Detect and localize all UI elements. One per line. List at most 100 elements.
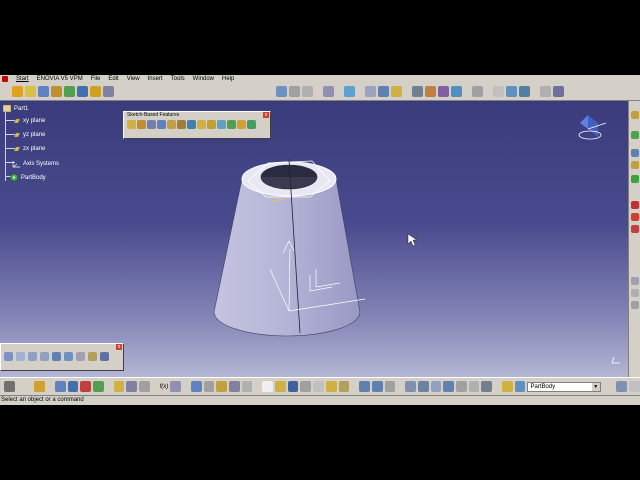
dress-up-icon[interactable]: [631, 131, 639, 139]
apply-material-icon[interactable]: [425, 86, 436, 97]
save-icon[interactable]: [287, 381, 299, 392]
boolean-icon[interactable]: [631, 161, 639, 169]
point-icon[interactable]: [365, 86, 376, 97]
pad-icon[interactable]: [12, 86, 23, 97]
select-icon[interactable]: [493, 86, 504, 97]
multi-section-solid-icon[interactable]: [207, 120, 216, 129]
close-button[interactable]: x: [116, 344, 122, 350]
constraint-icon[interactable]: [631, 111, 639, 119]
fillet-icon[interactable]: [77, 86, 88, 97]
undo-icon[interactable]: [359, 381, 370, 392]
current-body-select[interactable]: PartBody ▼: [527, 381, 601, 392]
annotation-icon[interactable]: [631, 277, 639, 285]
draft-icon[interactable]: [103, 86, 114, 97]
surface-icon[interactable]: [631, 175, 639, 183]
draft-analysis-icon[interactable]: [631, 213, 639, 221]
3d-viewport[interactable]: Part1 xy plane yz plane zx plane Axis Sy…: [0, 101, 628, 377]
hide-show-icon[interactable]: [88, 352, 97, 361]
menu-tools[interactable]: Tools: [171, 75, 185, 83]
pocket-icon[interactable]: [137, 120, 146, 129]
iso-view-icon[interactable]: [64, 352, 73, 361]
analysis-icon[interactable]: [631, 201, 639, 209]
removed-multi-section-icon[interactable]: [217, 120, 226, 129]
menu-start[interactable]: Start: [16, 75, 29, 83]
axis-tool-icon[interactable]: [93, 381, 104, 392]
rotate-icon[interactable]: [417, 381, 429, 392]
normal-view-icon[interactable]: [52, 352, 61, 361]
line-tool-icon[interactable]: [80, 381, 92, 392]
shaft-icon[interactable]: [38, 86, 49, 97]
tree-root[interactable]: Part1: [3, 104, 28, 113]
chevron-down-icon[interactable]: ▼: [591, 382, 600, 391]
fit-all-icon[interactable]: [16, 352, 25, 361]
sketcher-icon[interactable]: [344, 86, 355, 97]
zoom-out-icon[interactable]: [40, 352, 49, 361]
camera-icon[interactable]: [4, 381, 15, 392]
menu-view[interactable]: View: [127, 75, 140, 83]
pad-icon[interactable]: [127, 120, 136, 129]
apply-material-icon[interactable]: [241, 381, 253, 392]
menu-file[interactable]: File: [91, 75, 101, 83]
pan-icon[interactable]: [405, 381, 416, 392]
shaft-icon[interactable]: [147, 120, 156, 129]
paste-icon[interactable]: [325, 381, 337, 392]
tree-icon[interactable]: [540, 86, 551, 97]
zoom-icon[interactable]: [430, 381, 442, 392]
sketch-icon[interactable]: [34, 381, 46, 392]
hole-icon[interactable]: [167, 120, 176, 129]
knowledge-icon[interactable]: [139, 381, 150, 392]
menu-enovia[interactable]: ENOVIA V5 VPM: [37, 75, 83, 83]
pointer-icon[interactable]: [472, 86, 483, 97]
pocket-multi-icon[interactable]: [237, 120, 246, 129]
inertia-icon[interactable]: [228, 381, 240, 392]
chamfer-icon[interactable]: [90, 86, 101, 97]
print-icon[interactable]: [300, 381, 312, 392]
shading-icon[interactable]: [76, 352, 85, 361]
render-style-icon[interactable]: [456, 381, 467, 392]
zoom-in-icon[interactable]: [28, 352, 37, 361]
plane-tool-icon[interactable]: [54, 381, 66, 392]
view-icon[interactable]: [631, 301, 639, 309]
curvature-icon[interactable]: [631, 225, 639, 233]
constraint-icon[interactable]: [276, 86, 287, 97]
close-button[interactable]: x: [263, 112, 269, 118]
hide-icon[interactable]: [468, 381, 480, 392]
body-icon[interactable]: [514, 381, 526, 392]
cut-icon[interactable]: [313, 381, 324, 392]
fly-mode-icon[interactable]: [4, 352, 13, 361]
fly-icon[interactable]: [126, 381, 138, 392]
comment-icon[interactable]: [170, 381, 181, 392]
copy-icon[interactable]: [338, 381, 350, 392]
properties-icon[interactable]: [502, 381, 513, 392]
line-icon[interactable]: [378, 86, 389, 97]
measure-between-icon[interactable]: [203, 381, 215, 392]
groove-icon[interactable]: [157, 120, 166, 129]
transform-icon[interactable]: [631, 149, 639, 157]
catalog-icon[interactable]: [616, 381, 628, 392]
text-icon[interactable]: [631, 289, 639, 297]
tree-item-xy-plane[interactable]: xy plane: [13, 118, 45, 124]
plane-icon[interactable]: [391, 86, 402, 97]
pocket-icon[interactable]: [25, 86, 36, 97]
hole-icon[interactable]: [51, 86, 62, 97]
menu-help[interactable]: Help: [222, 75, 234, 83]
stiffener-icon[interactable]: [197, 120, 206, 129]
scan-icon[interactable]: [113, 381, 125, 392]
sphere-icon[interactable]: [451, 86, 462, 97]
snap-icon[interactable]: [323, 86, 334, 97]
table-icon[interactable]: [190, 381, 202, 392]
measure-item-icon[interactable]: [216, 381, 227, 392]
measure-icon[interactable]: [412, 86, 423, 97]
formula-icon[interactable]: f(x): [160, 384, 169, 390]
search-icon[interactable]: [629, 381, 640, 392]
slot-icon[interactable]: [187, 120, 196, 129]
menu-insert[interactable]: Insert: [148, 75, 163, 83]
swap-space-icon[interactable]: [100, 352, 109, 361]
copy-icon[interactable]: [506, 86, 517, 97]
sketch-analysis-icon[interactable]: [553, 86, 564, 97]
new-file-icon[interactable]: [262, 381, 273, 392]
rib-icon[interactable]: [64, 86, 75, 97]
menu-edit[interactable]: Edit: [108, 75, 118, 83]
paste-icon[interactable]: [519, 86, 530, 97]
analysis-icon[interactable]: [438, 86, 449, 97]
